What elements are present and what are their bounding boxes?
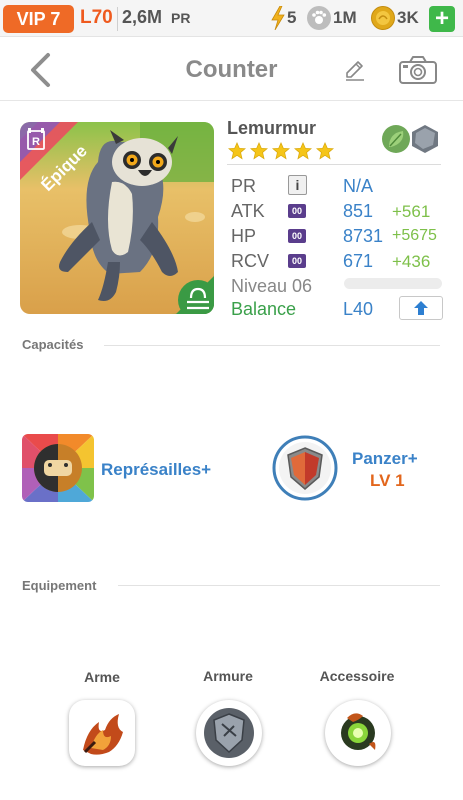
arrow-up-icon xyxy=(414,301,428,315)
star-icon xyxy=(250,142,268,160)
coins-count: 3K xyxy=(397,8,419,27)
status-bar: VIP 7 L70 2,6M PR 5 1M 3K + xyxy=(0,0,463,37)
equipment-label-accessoire: Accessoire xyxy=(319,668,395,684)
accessory-icon xyxy=(341,713,376,750)
power-value: 2,6M xyxy=(122,7,163,27)
energy-count: 5 xyxy=(287,8,297,27)
armor-slot[interactable] xyxy=(196,700,262,766)
balance-upgrade-button[interactable] xyxy=(399,296,443,320)
balance-label: Balance xyxy=(231,299,297,319)
paws-count: 1M xyxy=(333,8,357,27)
pencil-icon[interactable] xyxy=(343,58,367,82)
section-divider xyxy=(118,585,440,586)
ability-level-panzer: LV 1 xyxy=(370,471,405,490)
creature-portrait[interactable]: R Épique xyxy=(20,122,214,314)
ability-name-represailles[interactable]: Représailles+ xyxy=(101,460,211,480)
weapon-icon xyxy=(83,714,123,755)
vip-badge[interactable]: VIP 7 xyxy=(3,5,74,33)
stat-value-pr: N/A xyxy=(343,176,374,196)
stat-value-hp: 8731 xyxy=(343,226,384,246)
panzer-ability-icon[interactable] xyxy=(272,435,338,501)
camera-icon[interactable] xyxy=(398,55,438,85)
stat-bonus-hp: +5675 xyxy=(392,227,437,244)
stat-bonus-atk: +561 xyxy=(392,202,431,221)
stat-badge-rcv: 00 xyxy=(288,254,306,268)
stat-bonus-rcv: +436 xyxy=(392,252,431,271)
star-icon xyxy=(316,142,334,160)
coin-icon xyxy=(371,6,395,30)
info-icon[interactable]: i xyxy=(288,175,307,195)
stat-value-atk: 851 xyxy=(343,201,374,221)
energy-icon xyxy=(271,6,285,30)
divider xyxy=(117,7,118,31)
equipment-label-arme: Arme xyxy=(84,669,120,685)
equipment-label-armure: Armure xyxy=(203,668,253,684)
level-label: Niveau 06 xyxy=(231,276,313,296)
stat-badge-hp: 00 xyxy=(288,229,306,243)
star-icon xyxy=(294,142,312,160)
header-divider xyxy=(0,100,463,101)
power-unit: PR xyxy=(171,10,191,26)
stone-element-icon xyxy=(412,125,438,153)
armor-icon xyxy=(204,708,254,758)
stat-label-atk: ATK xyxy=(231,201,265,221)
page-title: Counter xyxy=(185,56,278,83)
rarity-letter: R xyxy=(32,136,40,148)
stat-badge-atk: 00 xyxy=(288,204,306,218)
equipment-section-title: Equipement xyxy=(22,578,97,593)
abilities-section-title: Capacités xyxy=(22,337,84,352)
stat-value-rcv: 671 xyxy=(343,251,374,271)
creature-name: Lemurmur xyxy=(227,118,317,138)
name-divider xyxy=(227,164,441,165)
stat-label-hp: HP xyxy=(231,226,257,246)
add-currency-button[interactable]: + xyxy=(429,6,455,32)
section-divider xyxy=(104,345,440,346)
star-icon xyxy=(272,142,290,160)
star-rating xyxy=(228,142,338,162)
leaf-element-icon xyxy=(382,125,410,153)
star-icon xyxy=(228,142,246,160)
accessory-slot[interactable] xyxy=(325,700,391,766)
ability-name-panzer[interactable]: Panzer+ xyxy=(352,449,418,469)
paw-icon xyxy=(307,6,331,30)
balance-value: L40 xyxy=(343,299,374,319)
stat-label-pr: PR xyxy=(231,176,257,196)
weapon-slot[interactable] xyxy=(69,700,135,766)
level-progress-bar xyxy=(344,278,442,289)
stat-label-rcv: RCV xyxy=(231,251,270,271)
represailles-ability-icon[interactable] xyxy=(22,434,94,502)
player-level: L70 xyxy=(80,7,113,28)
